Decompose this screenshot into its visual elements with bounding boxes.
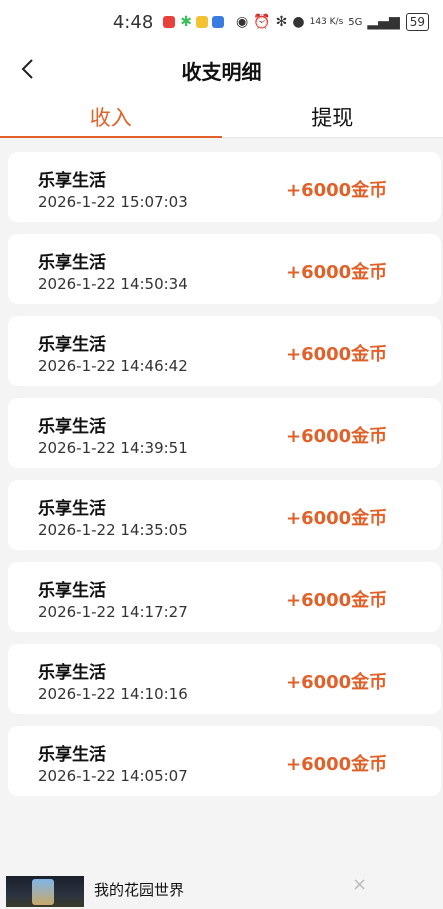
back-button[interactable] bbox=[12, 54, 42, 84]
record-time: 2026-1-22 15:07:03 bbox=[38, 193, 188, 211]
ad-thumbnail[interactable] bbox=[6, 876, 84, 907]
battery-icon: 59 bbox=[406, 13, 429, 31]
record-item[interactable]: 乐享生活 2026-1-22 14:39:51 +6000金币 bbox=[8, 398, 441, 468]
tab-income[interactable]: 收入 bbox=[0, 96, 222, 137]
record-item[interactable]: 乐享生活 2026-1-22 14:50:34 +6000金币 bbox=[8, 234, 441, 304]
record-name: 乐享生活 bbox=[38, 494, 106, 519]
status-bar: 4:48 ✱ ◉ ⏰ ✻ ● 143 K/s 5G ▂▄▆ 59 bbox=[0, 0, 443, 44]
bluetooth-icon: ✻ bbox=[276, 14, 288, 30]
alarm-icon: ⏰ bbox=[253, 14, 270, 30]
location-icon: ● bbox=[292, 14, 304, 30]
chevron-left-icon bbox=[20, 58, 34, 80]
record-amount: +6000金币 bbox=[286, 340, 387, 366]
eye-icon: ◉ bbox=[236, 14, 248, 30]
record-amount: +6000金币 bbox=[286, 750, 387, 776]
net-speed: 143 K/s bbox=[310, 17, 344, 27]
status-time: 4:48 bbox=[113, 12, 153, 33]
record-item[interactable]: 乐享生活 2026-1-22 15:07:03 +6000金币 bbox=[8, 152, 441, 222]
signal-label: 5G bbox=[348, 17, 362, 28]
record-amount: +6000金币 bbox=[286, 668, 387, 694]
record-amount: +6000金币 bbox=[286, 422, 387, 448]
record-time: 2026-1-22 14:35:05 bbox=[38, 521, 188, 539]
record-time: 2026-1-22 14:50:34 bbox=[38, 275, 188, 293]
record-name: 乐享生活 bbox=[38, 330, 106, 355]
signal-icon: ▂▄▆ bbox=[367, 14, 399, 30]
ad-banner[interactable]: 我的花园世界 × bbox=[0, 862, 443, 907]
record-time: 2026-1-22 14:46:42 bbox=[38, 357, 188, 375]
record-amount: +6000金币 bbox=[286, 504, 387, 530]
record-amount: +6000金币 bbox=[286, 258, 387, 284]
record-time: 2026-1-22 14:10:16 bbox=[38, 685, 188, 703]
tab-bar: 收入 提现 bbox=[0, 96, 443, 138]
record-name: 乐享生活 bbox=[38, 740, 106, 765]
ad-close-button[interactable]: × bbox=[352, 874, 367, 895]
record-amount: +6000金币 bbox=[286, 586, 387, 612]
record-amount: +6000金币 bbox=[286, 176, 387, 202]
app-notification-icon: ✱ bbox=[180, 14, 192, 30]
record-name: 乐享生活 bbox=[38, 412, 106, 437]
record-time: 2026-1-22 14:05:07 bbox=[38, 767, 188, 785]
app-icon bbox=[212, 16, 224, 28]
ad-subtitle bbox=[94, 901, 294, 909]
record-name: 乐享生活 bbox=[38, 166, 106, 191]
ad-title: 我的花园世界 bbox=[94, 879, 184, 900]
record-item[interactable]: 乐享生活 2026-1-22 14:46:42 +6000金币 bbox=[8, 316, 441, 386]
record-item[interactable]: 乐享生活 2026-1-22 14:05:07 +6000金币 bbox=[8, 726, 441, 796]
page-title: 收支明细 bbox=[182, 56, 262, 85]
record-name: 乐享生活 bbox=[38, 576, 106, 601]
record-name: 乐享生活 bbox=[38, 248, 106, 273]
message-icon bbox=[196, 16, 208, 28]
nav-bar: 收支明细 bbox=[0, 44, 443, 96]
record-item[interactable]: 乐享生活 2026-1-22 14:10:16 +6000金币 bbox=[8, 644, 441, 714]
notification-icon bbox=[163, 16, 175, 28]
ad-image bbox=[32, 879, 54, 905]
record-item[interactable]: 乐享生活 2026-1-22 14:35:05 +6000金币 bbox=[8, 480, 441, 550]
record-time: 2026-1-22 14:39:51 bbox=[38, 439, 188, 457]
tab-withdraw[interactable]: 提现 bbox=[222, 96, 443, 137]
record-name: 乐享生活 bbox=[38, 658, 106, 683]
record-item[interactable]: 乐享生活 2026-1-22 14:17:27 +6000金币 bbox=[8, 562, 441, 632]
record-time: 2026-1-22 14:17:27 bbox=[38, 603, 188, 621]
